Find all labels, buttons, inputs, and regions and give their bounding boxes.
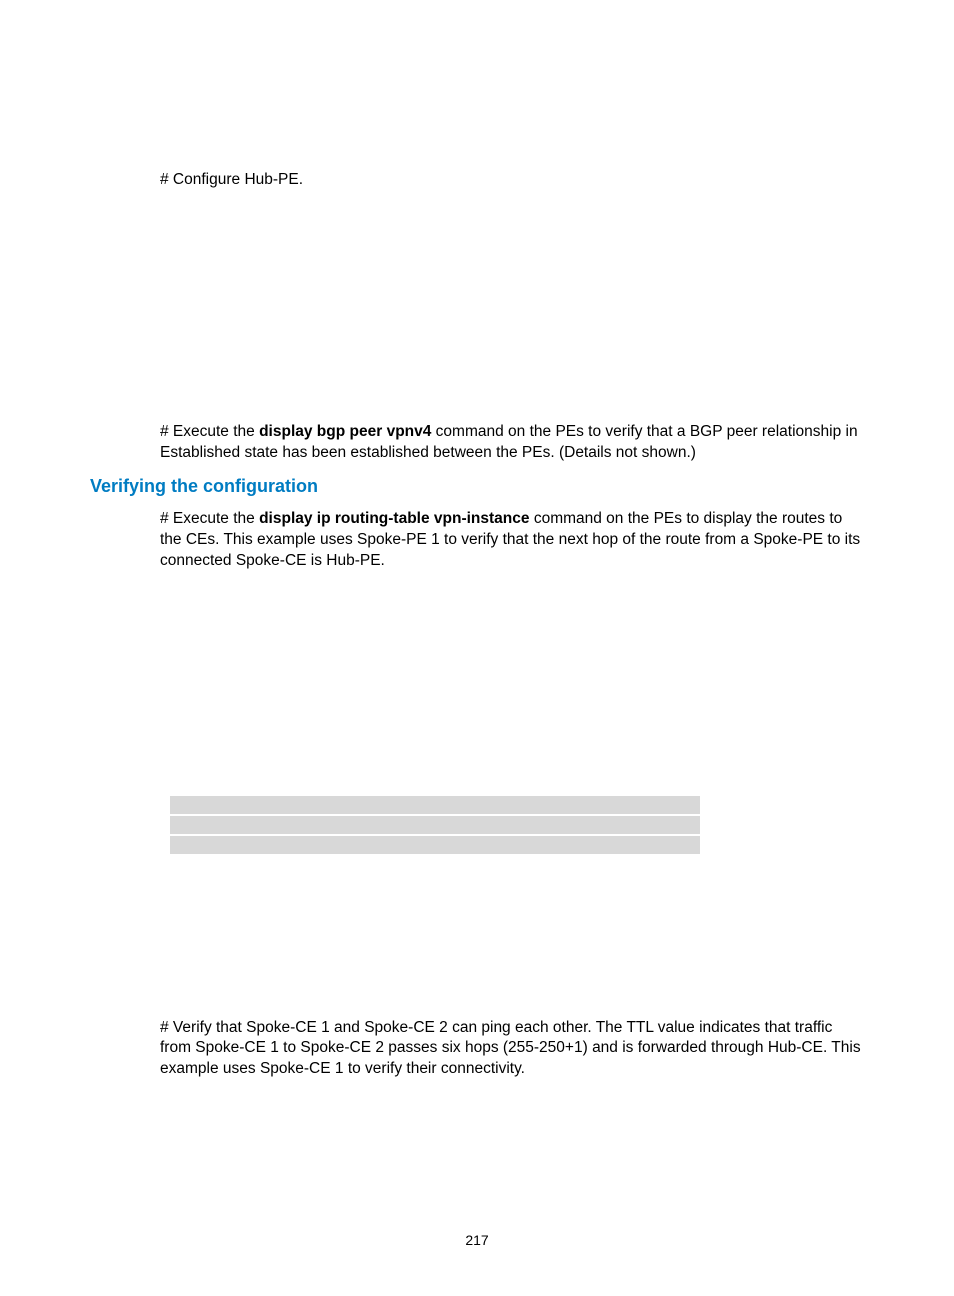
para2-prefix: # Execute the — [160, 423, 259, 440]
para2-bold: display bgp peer vpnv4 — [259, 423, 431, 440]
code-blank-space — [160, 586, 864, 796]
execute-ip-routing: # Execute the display ip routing-table v… — [160, 509, 864, 572]
verify-ping: # Verify that Spoke-CE 1 and Spoke-CE 2 … — [160, 1018, 864, 1081]
verifying-heading: Verifying the configuration — [90, 476, 864, 497]
code-blank-space-2 — [160, 856, 864, 1004]
code-output-block — [160, 586, 864, 1004]
page-number: 217 — [0, 1232, 954, 1248]
spacer — [90, 197, 864, 422]
code-highlight-row-3 — [170, 836, 700, 854]
code-highlight-row-2 — [170, 816, 700, 834]
para3-bold: display ip routing-table vpn-instance — [259, 510, 529, 527]
code-highlight-row-1 — [170, 796, 700, 814]
config-hub-pe: # Configure Hub-PE. — [160, 170, 864, 191]
execute-bgp-peer: # Execute the display bgp peer vpnv4 com… — [160, 422, 864, 464]
para3-prefix: # Execute the — [160, 510, 259, 527]
